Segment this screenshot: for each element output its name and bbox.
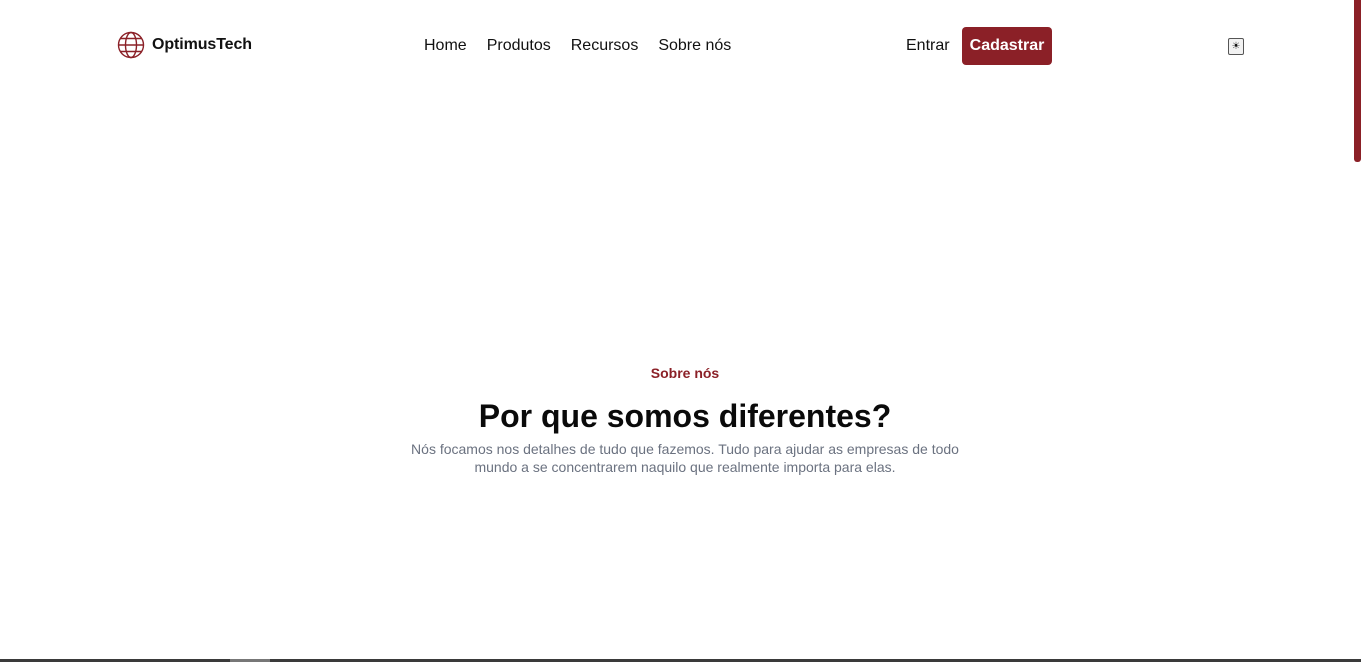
signin-link[interactable]: Entrar [906, 36, 950, 56]
site-header: OptimusTech Home Produtos Recursos Sobre… [0, 0, 1361, 92]
vertical-scrollbar[interactable] [1354, 0, 1361, 662]
main-nav: Home Produtos Recursos Sobre nós [424, 36, 731, 56]
sun-icon: ☀ [1231, 40, 1241, 52]
scrollbar-thumb[interactable] [1354, 0, 1361, 162]
section-description: Nós focamos nos detalhes de tudo que faz… [411, 441, 959, 475]
brand-logo-link[interactable]: OptimusTech [117, 31, 252, 59]
nav-link-produtos[interactable]: Produtos [487, 36, 551, 56]
section-eyebrow: Sobre nós [650, 365, 720, 381]
nav-link-home[interactable]: Home [424, 36, 467, 56]
about-section: Sobre nós Por que somos diferentes? Nós … [0, 360, 1361, 476]
page: OptimusTech Home Produtos Recursos Sobre… [0, 0, 1361, 662]
nav-link-sobre-nos[interactable]: Sobre nós [658, 36, 731, 56]
globe-icon [117, 31, 145, 59]
nav-link-recursos[interactable]: Recursos [571, 36, 639, 56]
section-title: Por que somos diferentes? [478, 398, 892, 434]
brand-name: OptimusTech [152, 36, 252, 53]
signup-button[interactable]: Cadastrar [962, 27, 1052, 65]
theme-toggle-button[interactable]: ☀ [1228, 38, 1244, 55]
